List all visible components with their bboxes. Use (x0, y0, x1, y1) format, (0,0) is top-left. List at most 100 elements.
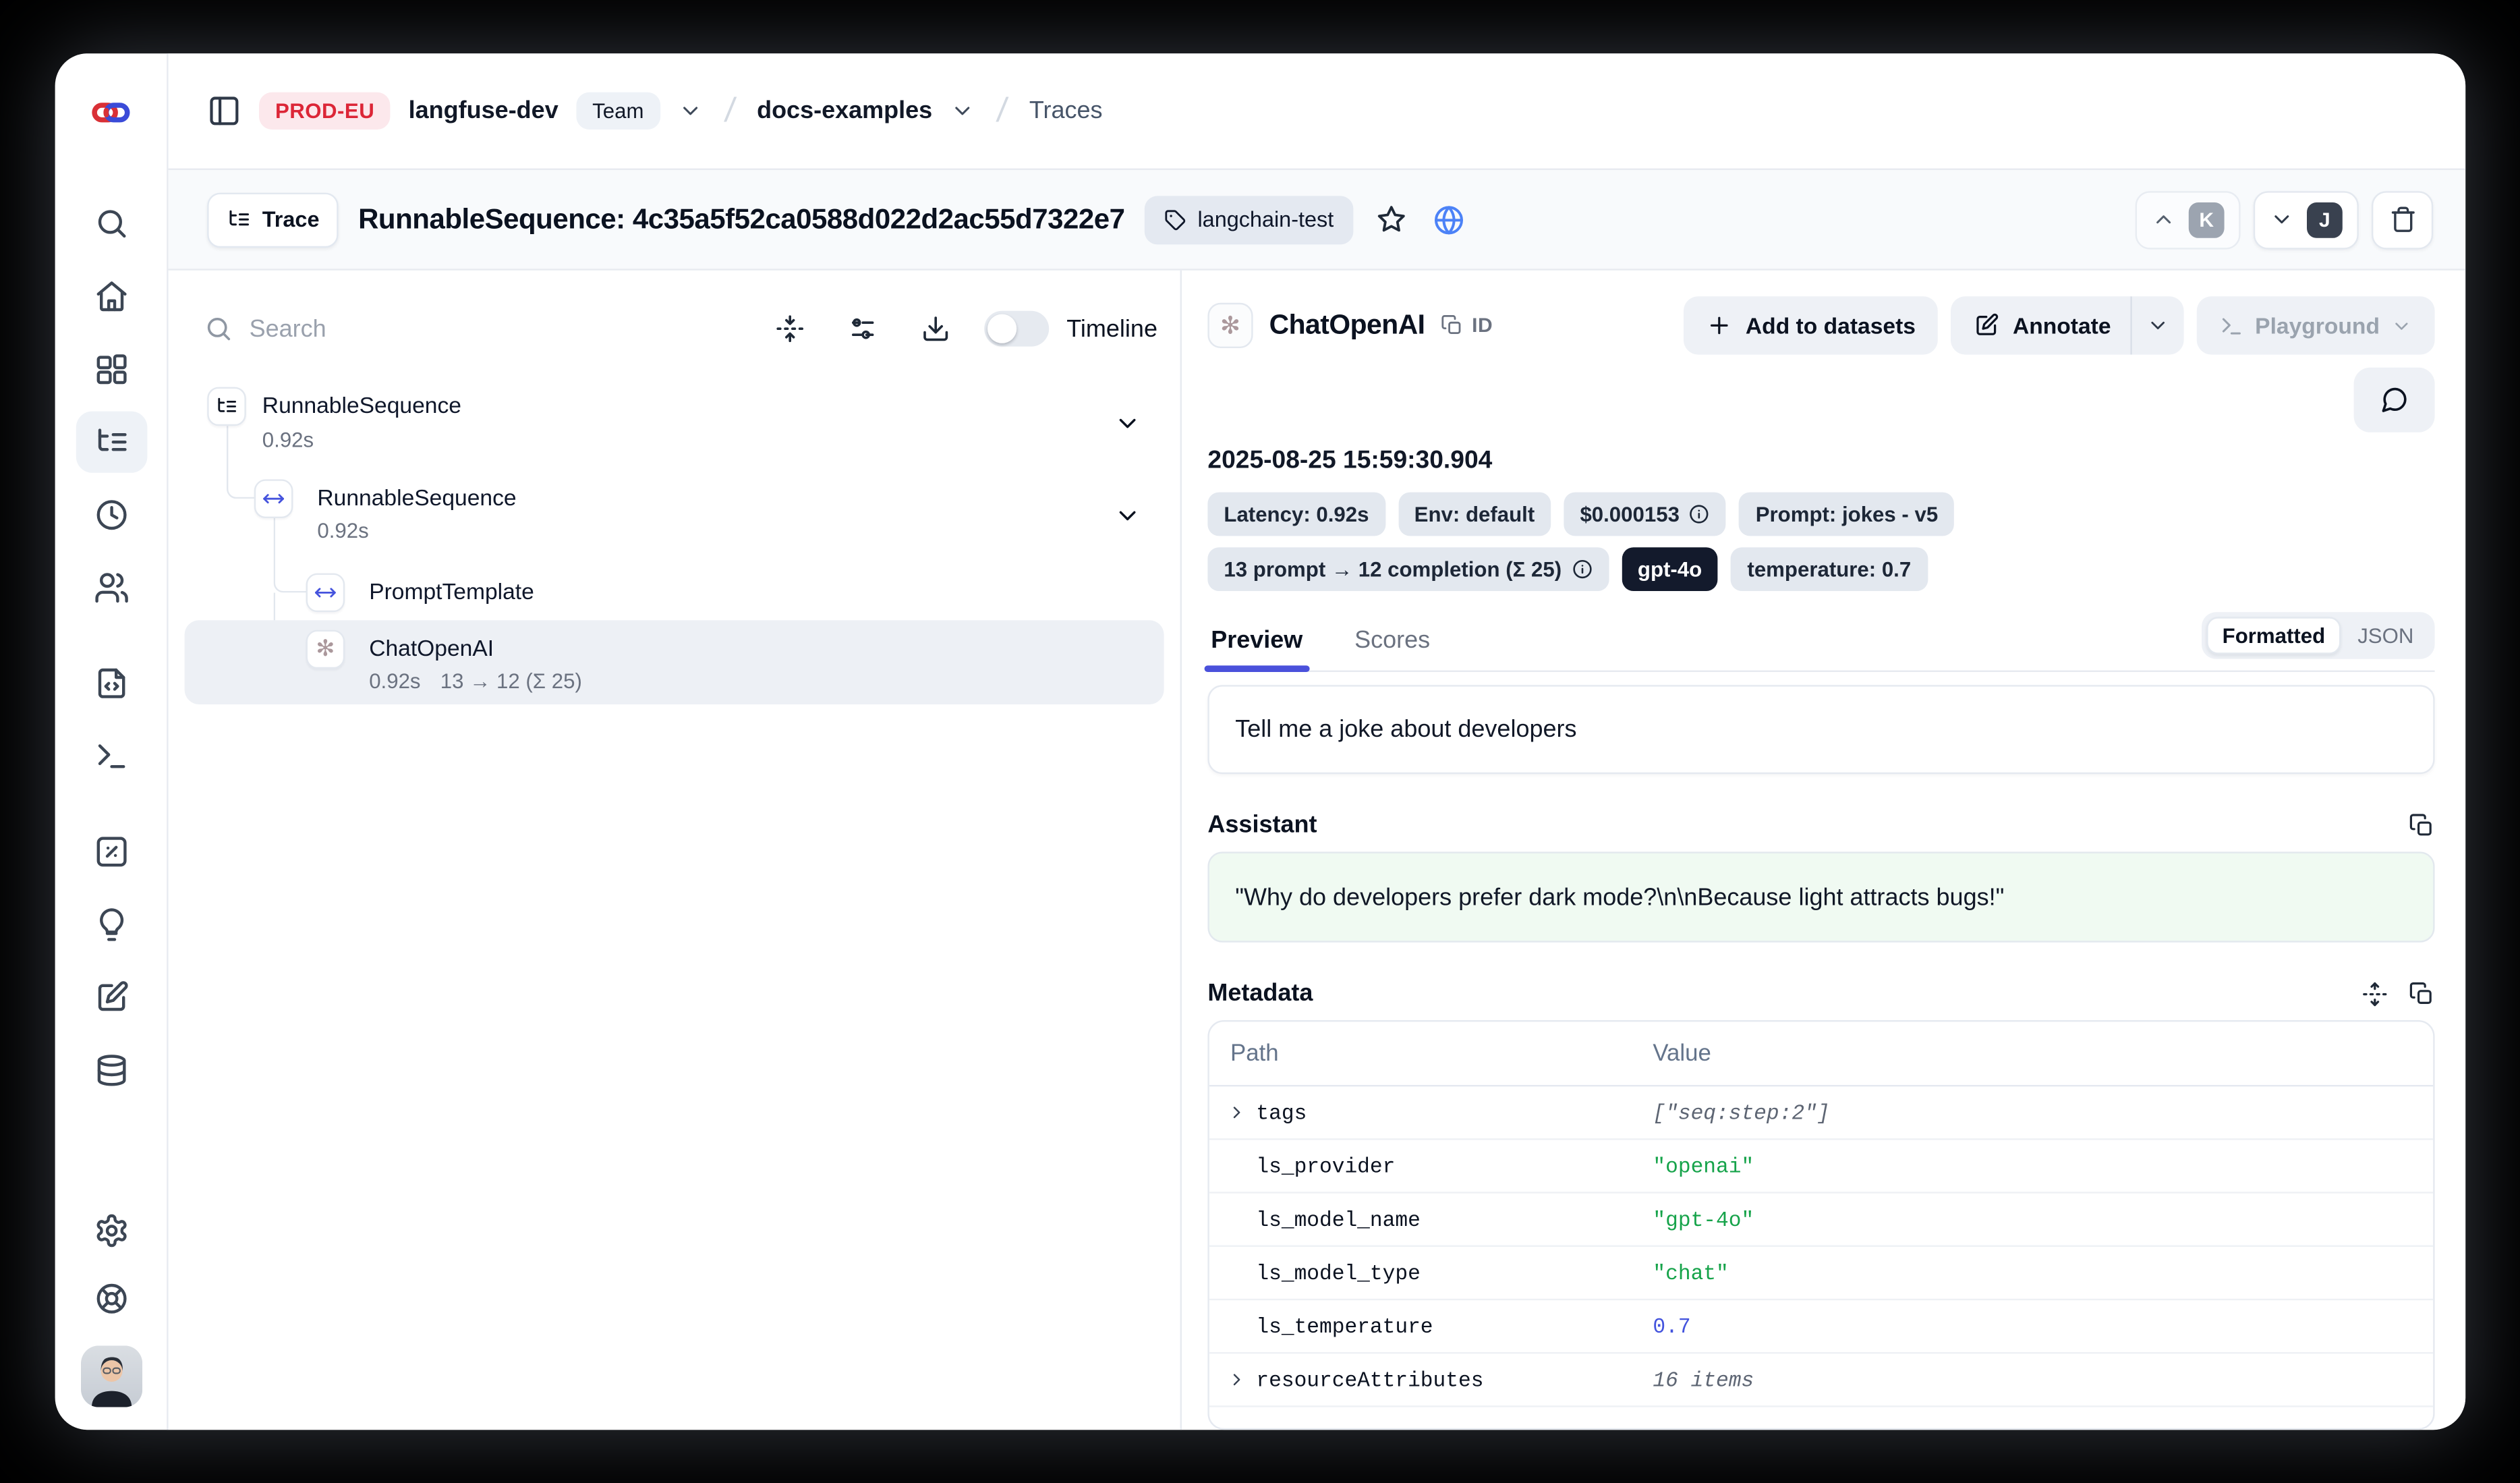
metadata-row-tags[interactable]: tags ["seq:step:2"] (1209, 1087, 2433, 1140)
chevron-down-icon (1114, 410, 1141, 437)
breadcrumb-page[interactable]: Traces (1029, 97, 1103, 125)
metadata-heading: Metadata (1207, 980, 1313, 1008)
trace-title: RunnableSequence: 4c35a5f52ca0588d022d2a… (358, 202, 1124, 236)
openai-logo-icon: ✻ (316, 638, 335, 661)
tokens-badge[interactable]: 13 prompt → 12 completion (Σ 25) (1207, 547, 1608, 591)
format-toggle-formatted[interactable]: Formatted (2206, 617, 2342, 654)
env-badge: Env: default (1398, 493, 1551, 536)
openai-logo-icon: ✻ (1220, 313, 1240, 337)
sidebar-item-settings[interactable] (78, 1210, 143, 1252)
sidebar-item-datasets[interactable] (78, 1049, 143, 1091)
lightbulb-icon (93, 907, 129, 943)
sidebar-item-annotation-queues[interactable] (78, 976, 143, 1018)
project-switcher-button[interactable] (950, 99, 975, 123)
download-icon (921, 314, 950, 343)
users-icon (93, 570, 129, 606)
assistant-message-text: "Why do developers prefer dark mode?\n\n… (1235, 884, 2004, 912)
chevron-right-icon[interactable] (1227, 1370, 1247, 1390)
playground-button[interactable]: Playground (2197, 296, 2435, 354)
tree-row-runnable-sequence[interactable]: RunnableSequence 0.92s (169, 466, 1180, 557)
trace-tag[interactable]: langchain-test (1144, 195, 1353, 244)
toggle-knob (987, 314, 1016, 343)
tree-settings-button[interactable] (848, 314, 877, 343)
collapse-all-button[interactable] (775, 314, 804, 343)
tree-search-input[interactable] (250, 315, 492, 343)
copy-id-button[interactable]: ID (1441, 314, 1493, 337)
timeline-toggle[interactable] (984, 311, 1049, 347)
project-name[interactable]: docs-examples (757, 97, 932, 125)
breadcrumb-separator: / (990, 92, 1014, 131)
badges-row-2: 13 prompt → 12 completion (Σ 25) gpt-4o … (1207, 547, 2434, 591)
bookmark-star-button[interactable] (1373, 201, 1410, 238)
span-node-icon (306, 573, 345, 613)
copy-icon (1441, 314, 1464, 337)
copy-output-button[interactable] (2409, 812, 2434, 838)
sidebar-item-users[interactable] (78, 567, 143, 609)
metadata-value: ["seq:step:2"] (1653, 1101, 2433, 1125)
org-name[interactable]: langfuse-dev (409, 97, 559, 125)
tree-row-chat-openai[interactable]: ✻ ChatOpenAI 0.92s 13 → 12 (Σ 25) (185, 620, 1164, 704)
star-icon (1376, 204, 1407, 235)
sidebar-item-support[interactable] (78, 1278, 143, 1320)
delete-trace-button[interactable] (2372, 190, 2433, 248)
sidebar-item-insights[interactable] (78, 903, 143, 945)
tree-node-label: RunnableSequence (262, 392, 461, 418)
expand-metadata-button[interactable] (2362, 981, 2388, 1007)
prev-trace-button[interactable]: K (2136, 190, 2241, 248)
chevron-up-icon (2152, 207, 2176, 231)
sidebar-item-tracing[interactable] (76, 412, 147, 473)
metadata-row-resource-attributes[interactable]: resourceAttributes 16 items (1209, 1354, 2433, 1407)
terminal-icon (93, 738, 129, 774)
public-share-button[interactable] (1429, 200, 1468, 239)
sidebar-item-sessions[interactable] (78, 494, 143, 536)
collapse-node-button[interactable] (1114, 410, 1141, 437)
tree-row-prompt-template[interactable]: PromptTemplate (169, 563, 1180, 621)
chevron-down-icon (2270, 207, 2294, 231)
sidebar-item-dashboards[interactable] (78, 348, 143, 390)
format-toggle-json[interactable]: JSON (2341, 619, 2430, 652)
model-badge[interactable]: gpt-4o (1622, 547, 1718, 591)
metadata-value: "chat" (1653, 1261, 2433, 1285)
download-button[interactable] (921, 314, 950, 343)
user-avatar[interactable] (80, 1345, 142, 1407)
tree-node-duration: 0.92s (317, 518, 368, 542)
tab-scores[interactable]: Scores (1351, 627, 1433, 671)
breadcrumb: PROD-EU langfuse-dev Team / docs-example… (169, 53, 2466, 170)
sidebar-item-playground[interactable] (78, 735, 143, 777)
annotate-dropdown-button[interactable] (2130, 296, 2183, 354)
temperature-badge: temperature: 0.7 (1731, 547, 1927, 591)
sidebar-item-search[interactable] (78, 202, 143, 244)
sidebar-item-home[interactable] (78, 275, 143, 317)
next-trace-button[interactable]: J (2254, 190, 2359, 248)
sidebar-item-scores[interactable] (78, 831, 143, 872)
chevron-right-icon[interactable] (1227, 1103, 1247, 1123)
column-header-path: Path (1209, 1041, 1653, 1067)
unfold-vertical-icon (2362, 981, 2388, 1007)
tree-row-trace-root[interactable]: RunnableSequence 0.92s (169, 374, 1180, 464)
tree-tools (775, 314, 950, 343)
org-switcher-button[interactable] (678, 99, 702, 123)
trace-tag-label: langchain-test (1197, 207, 1334, 231)
format-toggle: Formatted JSON (2201, 612, 2434, 659)
detail-tabs: Preview Scores Formatted JSON (1207, 612, 2434, 672)
annotate-button[interactable]: Annotate (1951, 296, 2131, 354)
metadata-value: "openai" (1653, 1154, 2433, 1179)
prompt-badge[interactable]: Prompt: jokes - v5 (1740, 493, 1954, 536)
comments-button[interactable] (2354, 368, 2435, 432)
cost-badge[interactable]: $0.000153 (1564, 493, 1726, 536)
tab-preview[interactable]: Preview (1207, 627, 1306, 671)
copy-metadata-button[interactable] (2409, 981, 2434, 1007)
collapse-node-button[interactable] (1114, 502, 1141, 530)
tree-node-tokens: 13 → 12 (Σ 25) (440, 669, 582, 693)
org-role-badge: Team (576, 92, 660, 130)
langfuse-logo (55, 53, 167, 170)
sidebar-toggle-button[interactable] (207, 94, 241, 128)
sidebar-item-prompts[interactable] (78, 663, 143, 704)
add-to-datasets-button[interactable]: Add to datasets (1684, 296, 1939, 354)
trace-type-badge: Trace (207, 192, 339, 247)
icon-sidebar (55, 53, 169, 1430)
message-bubble-icon (2380, 385, 2409, 414)
tree-node-duration: 0.92s (262, 428, 314, 452)
square-pen-icon (93, 980, 129, 1015)
metadata-tools (2362, 981, 2435, 1007)
